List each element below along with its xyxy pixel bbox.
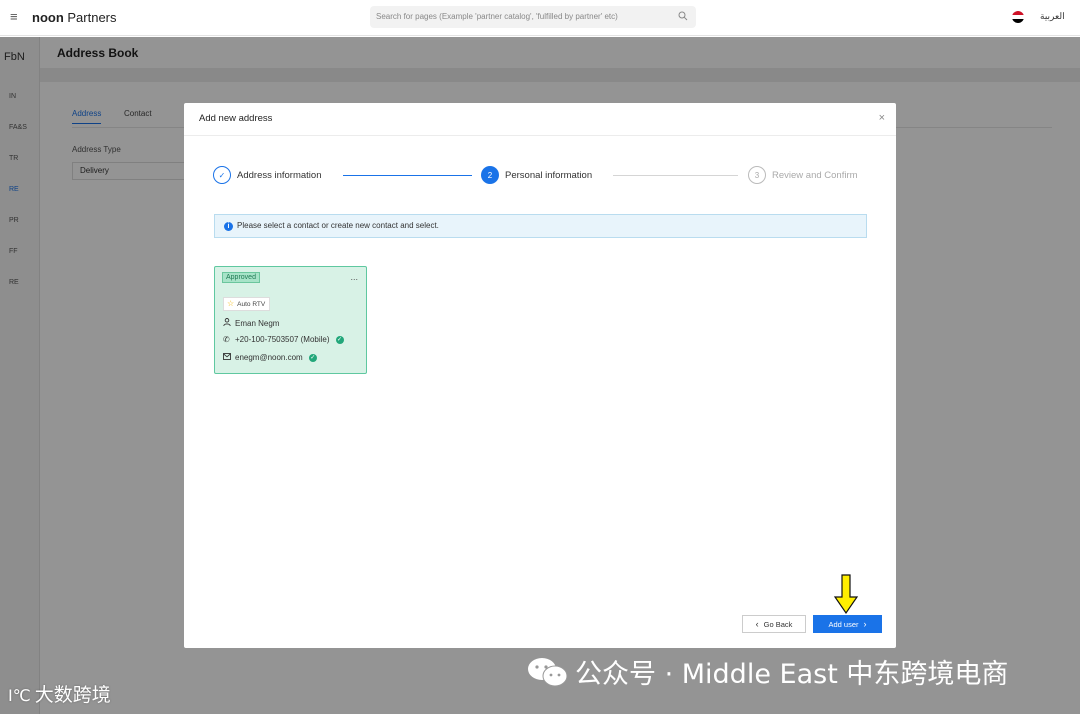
contact-email-row: enegm@noon.com ✓	[223, 353, 317, 362]
contact-phone: +20-100-7503507 (Mobile)	[235, 335, 330, 344]
user-icon	[223, 318, 232, 328]
step-label: Address information	[237, 169, 322, 181]
watermark-right-text: 公众号 · Middle East 中东跨境电商	[575, 659, 1009, 690]
step-review-confirm: 3 Review and Confirm	[748, 165, 858, 185]
add-user-label: Add user	[828, 619, 859, 629]
info-text: Please select a contact or create new co…	[237, 221, 439, 230]
egypt-flag-icon[interactable]	[1012, 11, 1024, 23]
chevron-left-icon: ‹	[755, 619, 759, 629]
auto-rtv-badge: ☆ Auto RTV	[223, 297, 271, 311]
search-placeholder: Search for pages (Example 'partner catal…	[376, 12, 618, 21]
info-banner: i Please select a contact or create new …	[214, 214, 867, 238]
step-label: Personal information	[505, 169, 593, 181]
contact-email: enegm@noon.com	[235, 353, 303, 362]
search-icon	[678, 11, 688, 21]
wechat-icon	[528, 657, 568, 686]
step-connector	[613, 175, 738, 176]
go-back-label: Go Back	[763, 619, 793, 629]
mail-icon	[223, 353, 232, 362]
star-icon: ☆	[227, 299, 235, 308]
info-icon: i	[224, 222, 233, 231]
close-icon[interactable]: ×	[879, 112, 885, 124]
contact-name: Eman Negm	[235, 318, 280, 328]
check-step-icon: ✓	[213, 166, 231, 184]
down-arrow-annotation-icon	[833, 574, 859, 615]
step-number: 3	[748, 166, 766, 184]
verified-check-icon: ✓	[308, 353, 317, 362]
verified-check-icon: ✓	[335, 335, 344, 344]
watermark-left-text: 大数跨境	[34, 684, 111, 706]
modal-title: Add new address	[199, 113, 273, 124]
phone-icon: ✆	[223, 335, 230, 344]
step-personal-information: 2 Personal information	[481, 165, 592, 185]
step-address-information: ✓ Address information	[213, 165, 321, 185]
more-icon[interactable]: ...	[350, 272, 358, 282]
chevron-right-icon: ›	[863, 619, 867, 629]
contact-name-row: Eman Negm	[223, 318, 279, 328]
step-label: Review and Confirm	[772, 169, 858, 181]
watermark-logo: I℃	[8, 686, 31, 705]
status-badge: Approved	[222, 272, 260, 283]
menu-icon[interactable]: ≡	[10, 9, 18, 24]
search-input[interactable]: Search for pages (Example 'partner catal…	[370, 6, 696, 28]
step-connector	[343, 175, 472, 176]
auto-rtv-label: Auto RTV	[237, 300, 266, 308]
modal-header: Add new address ×	[184, 103, 896, 136]
language-switch[interactable]: العربية	[1040, 11, 1065, 22]
contact-card[interactable]: Approved ... ☆ Auto RTV Eman Negm ✆ +20-…	[214, 266, 367, 374]
top-bar: ≡ noon Partners Search for pages (Exampl…	[0, 0, 1080, 36]
watermark-left: I℃ 大数跨境	[8, 680, 111, 707]
go-back-button[interactable]: ‹ Go Back	[742, 615, 806, 633]
watermark-right: 公众号 · Middle East 中东跨境电商	[527, 652, 1008, 691]
step-number: 2	[481, 166, 499, 184]
brand-logo[interactable]: noon Partners	[32, 10, 117, 25]
add-address-modal: Add new address × ✓ Address information …	[184, 103, 896, 648]
contact-phone-row: ✆ +20-100-7503507 (Mobile) ✓	[223, 335, 344, 344]
add-user-button[interactable]: Add user ›	[813, 615, 882, 633]
